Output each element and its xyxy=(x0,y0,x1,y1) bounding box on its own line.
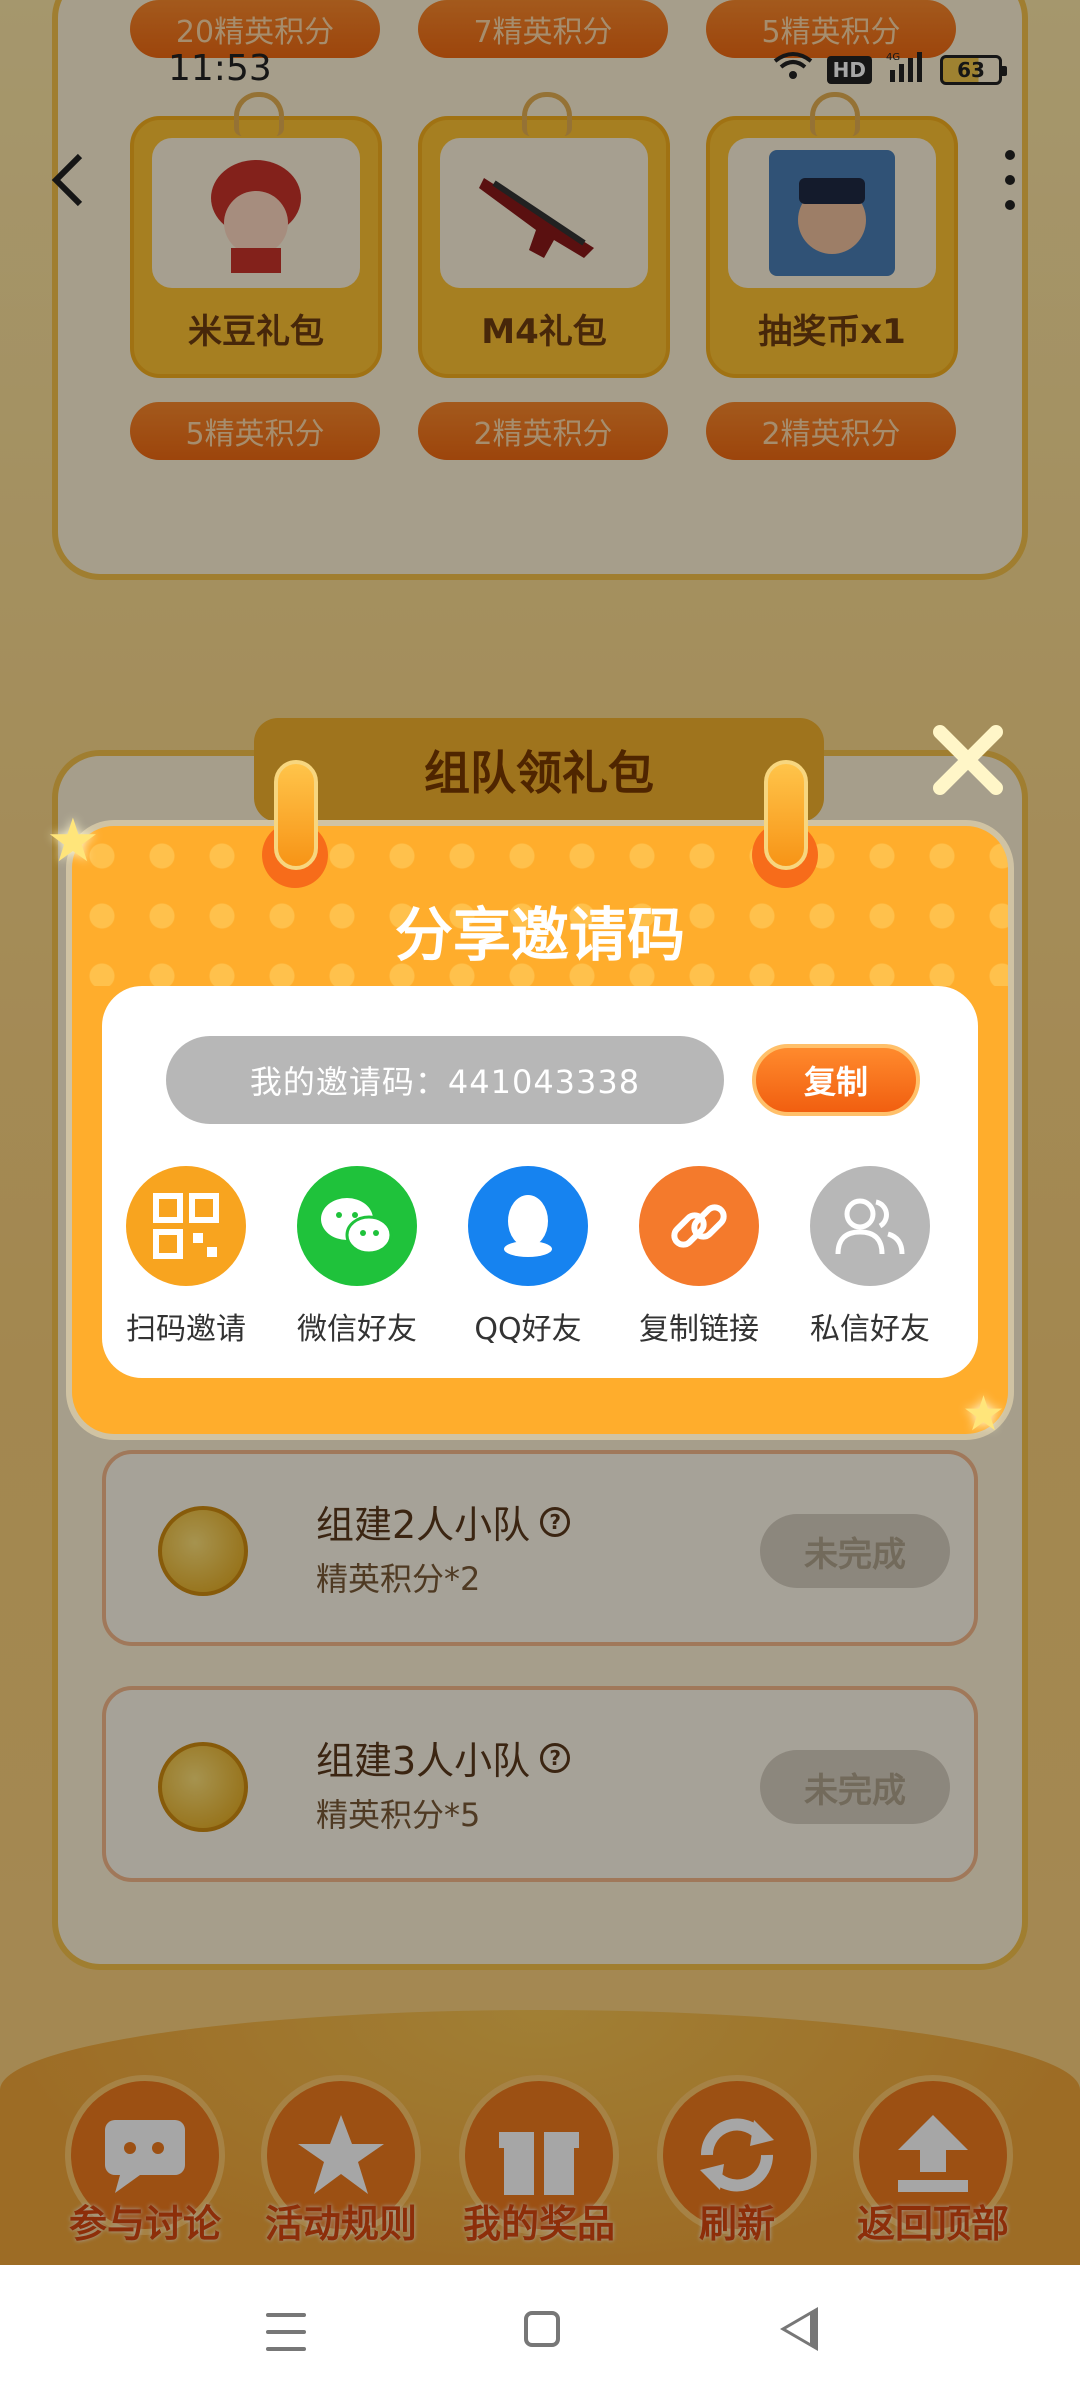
share-wechat[interactable]: 微信好友 xyxy=(277,1166,437,1348)
qr-code-icon xyxy=(126,1166,246,1286)
wechat-icon xyxy=(297,1166,417,1286)
share-label: 扫码邀请 xyxy=(126,1312,246,1347)
close-modal-button[interactable] xyxy=(930,722,1006,798)
share-qq[interactable]: QQ好友 xyxy=(448,1166,608,1348)
star-icon: ★ xyxy=(962,1386,1006,1442)
invite-code-field: 我的邀请码：441043338 xyxy=(166,1036,724,1124)
users-icon xyxy=(810,1166,930,1286)
home-icon[interactable] xyxy=(524,2311,560,2347)
share-label: 复制链接 xyxy=(639,1312,759,1347)
share-label: QQ好友 xyxy=(474,1312,582,1347)
share-invite-modal: 分享邀请码 我的邀请码：441043338 复制 扫码邀请 微信好友 QQ好友 xyxy=(66,820,1014,1440)
link-icon xyxy=(639,1166,759,1286)
share-qr-code[interactable]: 扫码邀请 xyxy=(106,1166,266,1348)
ring-decoration xyxy=(764,760,808,870)
share-private-message[interactable]: 私信好友 xyxy=(790,1166,950,1348)
share-copy-link[interactable]: 复制链接 xyxy=(619,1166,779,1348)
qq-icon xyxy=(468,1166,588,1286)
system-nav-bar xyxy=(0,2265,1080,2400)
menu-icon[interactable] xyxy=(266,2313,306,2351)
share-label: 私信好友 xyxy=(810,1312,930,1347)
copy-code-button[interactable]: 复制 xyxy=(752,1044,920,1116)
share-label: 微信好友 xyxy=(297,1312,417,1347)
modal-title: 分享邀请码 xyxy=(394,901,685,969)
ring-decoration xyxy=(274,760,318,870)
modal-content: 我的邀请码：441043338 复制 扫码邀请 微信好友 QQ好友 复制链接 私… xyxy=(102,986,978,1378)
star-icon: ★ xyxy=(46,806,100,876)
back-triangle-icon[interactable] xyxy=(780,2307,818,2351)
